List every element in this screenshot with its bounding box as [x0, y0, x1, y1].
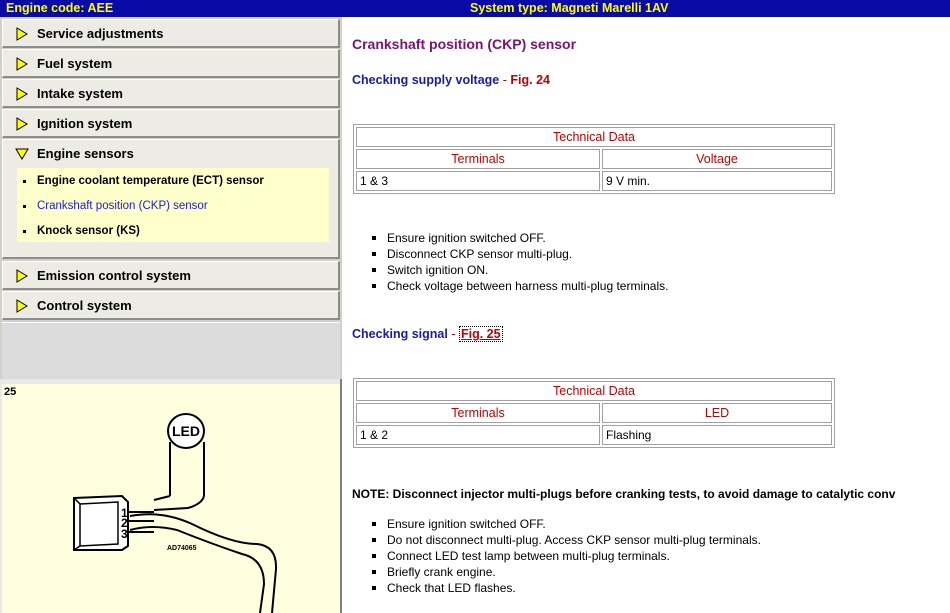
sidebar-item-ignition-system[interactable]: Ignition system [2, 109, 340, 138]
bullet-icon [372, 554, 376, 558]
engine-sensors-submenu: Engine coolant temperature (ECT) sensor … [17, 168, 329, 242]
sidebar: Service adjustments Fuel system Intake s… [0, 17, 342, 613]
col-header-terminals: Terminals [356, 149, 600, 169]
arrow-down-icon [15, 148, 29, 160]
menu-empty-area [2, 322, 340, 379]
sidebar-item-control-system[interactable]: Control system [2, 291, 340, 320]
table-caption: Technical Data [356, 127, 832, 147]
bullet-icon [372, 268, 376, 272]
col-header-led: LED [602, 403, 832, 423]
section-dash: - [499, 73, 511, 87]
steps-checking-signal: Ensure ignition switched OFF. Do not dis… [370, 516, 761, 596]
technical-data-table-voltage: Technical Data Terminals Voltage 1 & 3 9… [353, 124, 835, 194]
list-item: Switch ignition ON. [370, 262, 668, 278]
engine-code: Engine code: AEE [6, 1, 114, 15]
arrow-right-icon [16, 269, 28, 283]
figure-panel: 25 LED 1 2 3 AD74065 [2, 384, 340, 613]
pin-3-label: 3 [121, 527, 128, 541]
sidebar-item-label: Service adjustments [37, 26, 164, 41]
subitem-label: Crankshaft position (CKP) sensor [37, 200, 208, 212]
table-caption: Technical Data [356, 381, 832, 401]
bullet-icon [372, 570, 376, 574]
col-header-voltage: Voltage [602, 149, 832, 169]
technical-data-table-led: Technical Data Terminals LED 1 & 2 Flash… [353, 378, 835, 448]
sidebar-item-label: Ignition system [37, 116, 133, 131]
bullet-icon [23, 230, 26, 233]
sidebar-item-emission-control[interactable]: Emission control system [2, 261, 340, 290]
cell-terminals: 1 & 2 [356, 425, 600, 445]
bullet-icon [372, 586, 376, 590]
list-item: Connect LED test lamp between multi-plug… [370, 548, 761, 564]
arrow-right-icon [16, 117, 28, 131]
led-label: LED [172, 423, 200, 439]
bullet-icon [372, 522, 376, 526]
section-label: Checking signal [352, 327, 448, 341]
led-test-diagram [73, 413, 278, 613]
bullet-icon [372, 252, 376, 256]
sidebar-item-service-adjustments[interactable]: Service adjustments [2, 19, 340, 48]
sidebar-item-fuel-system[interactable]: Fuel system [2, 49, 340, 78]
arrow-right-icon [16, 27, 28, 41]
list-item: Ensure ignition switched OFF. [370, 516, 761, 532]
section-label: Checking supply voltage [352, 73, 500, 87]
list-item: Check voltage between harness multi-plug… [370, 278, 668, 294]
fig-24-link[interactable]: Fig. 24 [510, 73, 550, 87]
cell-terminals: 1 & 3 [356, 171, 600, 191]
list-item: Briefly crank engine. [370, 564, 761, 580]
list-item: Do not disconnect multi-plug. Access CKP… [370, 532, 761, 548]
sidebar-item-label: Engine sensors [37, 146, 134, 161]
cell-voltage: 9 V min. [602, 171, 832, 191]
table-row: 1 & 2 Flashing [356, 425, 832, 445]
figure-ref: AD74065 [167, 545, 197, 552]
cranking-note: NOTE: Disconnect injector multi-plugs be… [352, 487, 896, 501]
fig-25-link[interactable]: Fig. 25 [458, 326, 503, 342]
sidebar-item-label: Intake system [37, 86, 123, 101]
cell-led: Flashing [602, 425, 832, 445]
sidebar-item-label: Control system [37, 298, 132, 313]
main-content: Crankshaft position (CKP) sensor Checkin… [344, 17, 950, 613]
list-item: Check that LED flashes. [370, 580, 761, 596]
system-type: System type: Magneti Marelli 1AV [470, 1, 669, 15]
list-item: Disconnect CKP sensor multi-plug. [370, 246, 668, 262]
arrow-right-icon [16, 299, 28, 313]
top-bar: Engine code: AEE System type: Magneti Ma… [0, 0, 950, 17]
arrow-right-icon [16, 87, 28, 101]
sidebar-item-intake-system[interactable]: Intake system [2, 79, 340, 108]
arrow-right-icon [16, 57, 28, 71]
bullet-icon [372, 284, 376, 288]
bullet-icon [372, 236, 376, 240]
col-header-terminals: Terminals [356, 403, 600, 423]
page-title: Crankshaft position (CKP) sensor [352, 36, 577, 52]
section-supply-voltage: Checking supply voltage - Fig. 24 [352, 73, 550, 87]
bullet-icon [23, 180, 26, 183]
subitem-ckp-sensor[interactable]: Crankshaft position (CKP) sensor [23, 199, 208, 213]
subitem-label: Knock sensor (KS) [37, 225, 140, 237]
section-checking-signal: Checking signal - Fig. 25 [352, 326, 503, 342]
bullet-icon [23, 205, 26, 208]
table-row: 1 & 3 9 V min. [356, 171, 832, 191]
sidebar-item-label: Emission control system [37, 268, 191, 283]
subitem-knock-sensor[interactable]: Knock sensor (KS) [23, 224, 140, 238]
steps-supply-voltage: Ensure ignition switched OFF. Disconnect… [370, 230, 668, 294]
section-dash: - [447, 327, 459, 341]
subitem-label: Engine coolant temperature (ECT) sensor [37, 175, 264, 187]
subitem-ect-sensor[interactable]: Engine coolant temperature (ECT) sensor [23, 174, 264, 188]
sidebar-menu: Service adjustments Fuel system Intake s… [0, 17, 342, 379]
sidebar-item-engine-sensors[interactable]: Engine sensors Engine coolant temperatur… [2, 139, 340, 259]
list-item: Ensure ignition switched OFF. [370, 230, 668, 246]
sidebar-item-label: Fuel system [37, 56, 113, 71]
bullet-icon [372, 538, 376, 542]
